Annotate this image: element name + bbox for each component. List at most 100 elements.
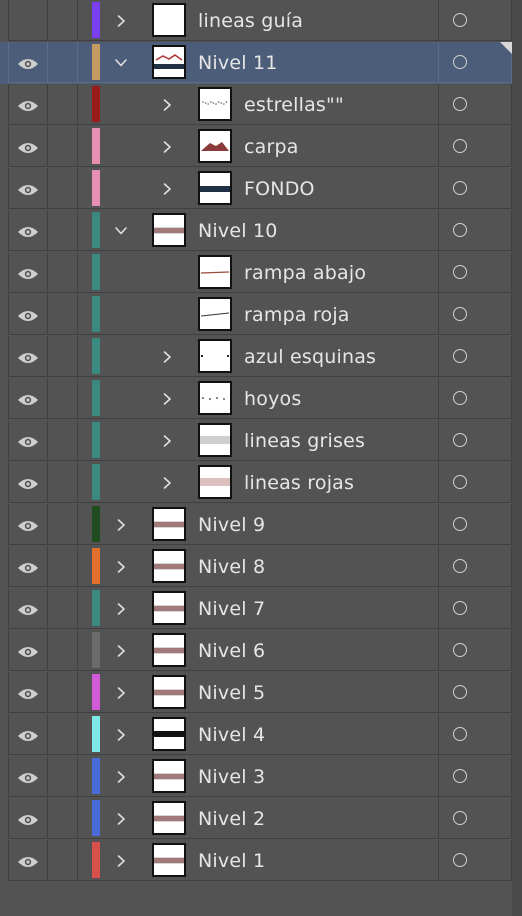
layer-name[interactable]: lineas guía bbox=[198, 10, 303, 32]
layer-name[interactable]: carpa bbox=[244, 136, 299, 158]
target-circle-icon[interactable] bbox=[453, 13, 467, 27]
layer-row[interactable]: Nivel 9 bbox=[0, 504, 512, 546]
eye-icon[interactable] bbox=[17, 56, 39, 70]
eye-icon[interactable] bbox=[17, 854, 39, 868]
lock-cell[interactable] bbox=[48, 546, 78, 587]
target-circle-icon[interactable] bbox=[453, 139, 467, 153]
chevron-right-icon[interactable] bbox=[114, 13, 128, 27]
lock-cell[interactable] bbox=[48, 0, 78, 41]
lock-cell[interactable] bbox=[48, 252, 78, 293]
lock-cell[interactable] bbox=[48, 462, 78, 503]
target-cell[interactable] bbox=[438, 504, 512, 545]
layer-row[interactable]: lineas guía bbox=[0, 0, 512, 42]
chevron-right-icon[interactable] bbox=[114, 517, 128, 531]
layer-row[interactable]: FONDO bbox=[0, 168, 512, 210]
layer-row[interactable]: lineas rojas bbox=[0, 462, 512, 504]
eye-icon[interactable] bbox=[17, 224, 39, 238]
eye-icon[interactable] bbox=[17, 728, 39, 742]
layer-row[interactable]: Nivel 4 bbox=[0, 714, 512, 756]
target-cell[interactable] bbox=[438, 336, 512, 377]
target-cell[interactable] bbox=[438, 840, 512, 881]
lock-cell[interactable] bbox=[48, 840, 78, 881]
layer-name[interactable]: FONDO bbox=[244, 178, 315, 200]
eye-icon[interactable] bbox=[17, 350, 39, 364]
target-cell[interactable] bbox=[438, 210, 512, 251]
target-circle-icon[interactable] bbox=[453, 223, 467, 237]
chevron-right-icon[interactable] bbox=[114, 643, 128, 657]
layer-row[interactable]: Nivel 6 bbox=[0, 630, 512, 672]
eye-icon[interactable] bbox=[17, 266, 39, 280]
lock-cell[interactable] bbox=[48, 294, 78, 335]
layer-row[interactable]: Nivel 5 bbox=[0, 672, 512, 714]
target-circle-icon[interactable] bbox=[453, 727, 467, 741]
layer-name[interactable]: rampa abajo bbox=[244, 262, 366, 284]
eye-icon[interactable] bbox=[17, 434, 39, 448]
target-cell[interactable] bbox=[438, 168, 512, 209]
target-cell[interactable] bbox=[438, 126, 512, 167]
chevron-right-icon[interactable] bbox=[160, 349, 174, 363]
target-cell[interactable] bbox=[438, 294, 512, 335]
target-circle-icon[interactable] bbox=[453, 433, 467, 447]
target-circle-icon[interactable] bbox=[453, 685, 467, 699]
target-cell[interactable] bbox=[438, 546, 512, 587]
eye-icon[interactable] bbox=[17, 476, 39, 490]
lock-cell[interactable] bbox=[48, 378, 78, 419]
layer-name[interactable]: hoyos bbox=[244, 388, 301, 410]
target-circle-icon[interactable] bbox=[453, 475, 467, 489]
chevron-right-icon[interactable] bbox=[160, 391, 174, 405]
target-circle-icon[interactable] bbox=[453, 811, 467, 825]
target-cell[interactable] bbox=[438, 714, 512, 755]
lock-cell[interactable] bbox=[48, 798, 78, 839]
lock-cell[interactable] bbox=[48, 672, 78, 713]
chevron-right-icon[interactable] bbox=[114, 559, 128, 573]
layer-row[interactable]: Nivel 7 bbox=[0, 588, 512, 630]
layer-name[interactable]: Nivel 3 bbox=[198, 766, 265, 788]
layer-row[interactable]: Nivel 11 bbox=[0, 42, 512, 84]
chevron-right-icon[interactable] bbox=[114, 769, 128, 783]
scrollbar[interactable] bbox=[512, 0, 522, 916]
layer-name[interactable]: Nivel 10 bbox=[198, 220, 278, 242]
lock-cell[interactable] bbox=[48, 756, 78, 797]
eye-icon[interactable] bbox=[17, 140, 39, 154]
chevron-right-icon[interactable] bbox=[114, 685, 128, 699]
target-cell[interactable] bbox=[438, 0, 512, 41]
layer-name[interactable]: Nivel 8 bbox=[198, 556, 265, 578]
eye-icon[interactable] bbox=[17, 392, 39, 406]
chevron-right-icon[interactable] bbox=[114, 601, 128, 615]
target-circle-icon[interactable] bbox=[453, 391, 467, 405]
layer-row[interactable]: estrellas"" bbox=[0, 84, 512, 126]
chevron-right-icon[interactable] bbox=[114, 811, 128, 825]
lock-cell[interactable] bbox=[48, 168, 78, 209]
layer-row[interactable]: rampa abajo bbox=[0, 252, 512, 294]
layer-row[interactable]: Nivel 3 bbox=[0, 756, 512, 798]
eye-icon[interactable] bbox=[17, 98, 39, 112]
target-circle-icon[interactable] bbox=[453, 517, 467, 531]
target-circle-icon[interactable] bbox=[453, 181, 467, 195]
layer-name[interactable]: Nivel 4 bbox=[198, 724, 265, 746]
lock-cell[interactable] bbox=[48, 588, 78, 629]
layer-name[interactable]: lineas grises bbox=[244, 430, 365, 452]
chevron-right-icon[interactable] bbox=[114, 853, 128, 867]
target-cell[interactable] bbox=[438, 420, 512, 461]
chevron-right-icon[interactable] bbox=[160, 475, 174, 489]
eye-icon[interactable] bbox=[17, 518, 39, 532]
target-cell[interactable] bbox=[438, 462, 512, 503]
chevron-down-icon[interactable] bbox=[114, 223, 128, 237]
target-cell[interactable] bbox=[438, 672, 512, 713]
eye-icon[interactable] bbox=[17, 812, 39, 826]
layer-name[interactable]: Nivel 1 bbox=[198, 850, 265, 872]
eye-icon[interactable] bbox=[17, 182, 39, 196]
layer-row[interactable]: rampa roja bbox=[0, 294, 512, 336]
layer-name[interactable]: azul esquinas bbox=[244, 346, 376, 368]
lock-cell[interactable] bbox=[48, 210, 78, 251]
layer-row[interactable]: carpa bbox=[0, 126, 512, 168]
chevron-right-icon[interactable] bbox=[160, 181, 174, 195]
target-cell[interactable] bbox=[438, 756, 512, 797]
layer-name[interactable]: lineas rojas bbox=[244, 472, 354, 494]
lock-cell[interactable] bbox=[48, 42, 78, 83]
layer-name[interactable]: Nivel 7 bbox=[198, 598, 265, 620]
layer-name[interactable]: rampa roja bbox=[244, 304, 350, 326]
lock-cell[interactable] bbox=[48, 504, 78, 545]
layer-name[interactable]: Nivel 5 bbox=[198, 682, 265, 704]
target-circle-icon[interactable] bbox=[453, 265, 467, 279]
